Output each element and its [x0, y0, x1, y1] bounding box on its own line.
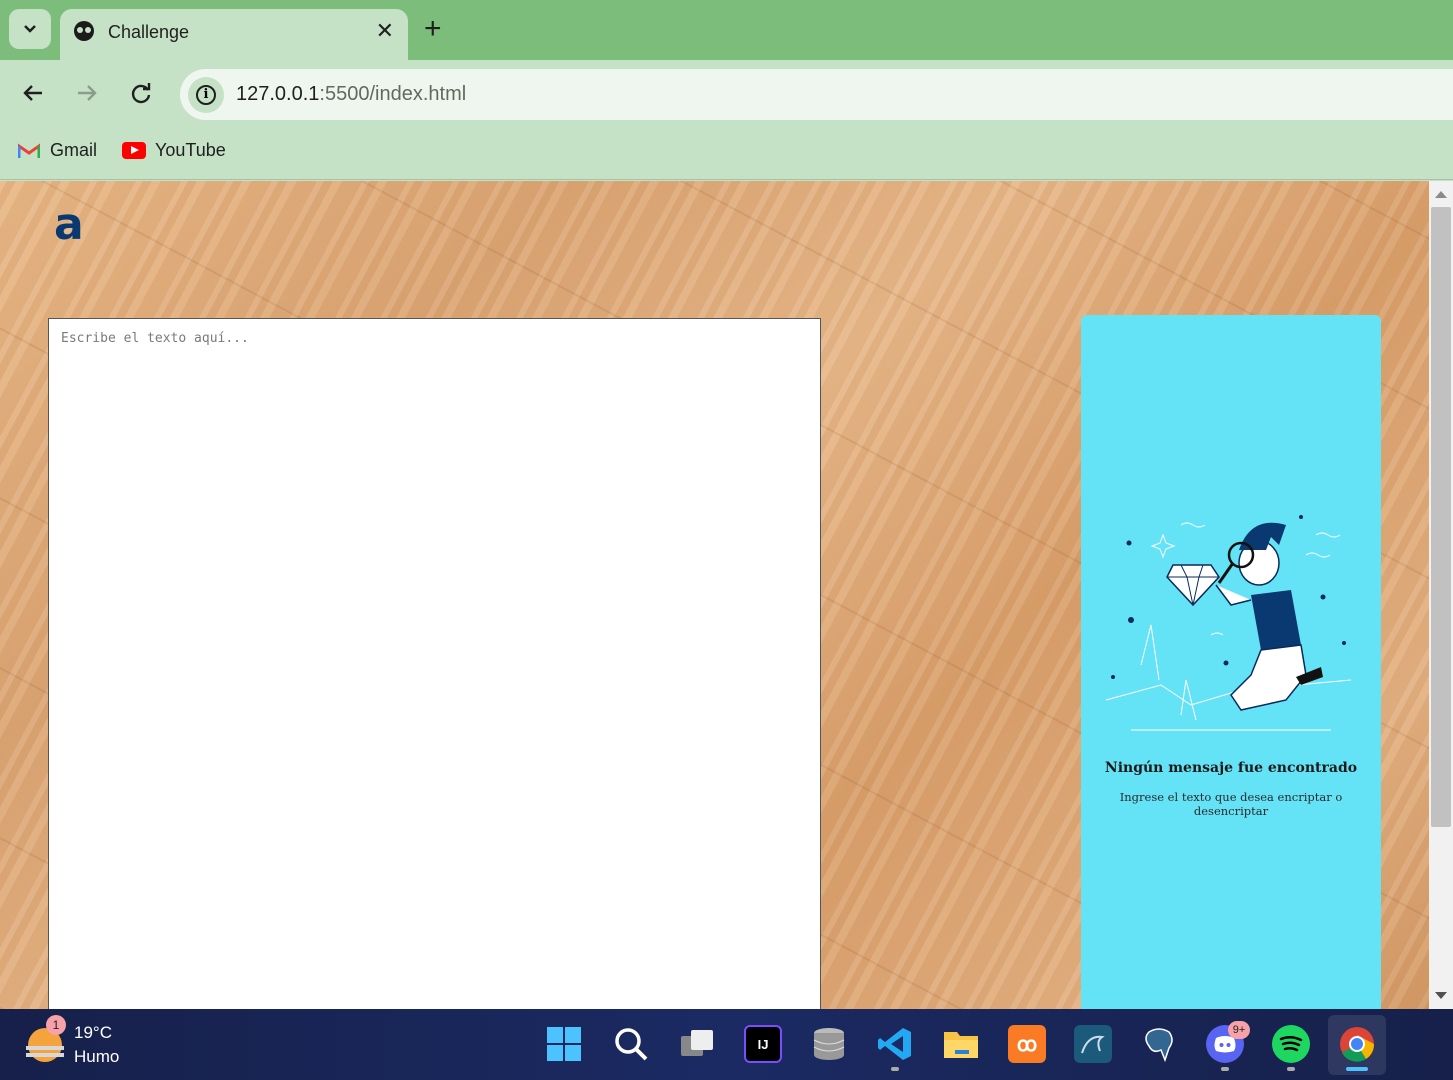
running-indicator	[1287, 1067, 1295, 1071]
browser-toolbar: i 127.0.0.1:5500/index.html	[0, 60, 1453, 128]
task-view-icon[interactable]	[678, 1025, 716, 1063]
panel-title: Ningún mensaje fue encontrado	[1104, 760, 1358, 776]
url-host: 127.0.0.1	[236, 83, 320, 105]
browser-tab[interactable]: Challenge ✕	[60, 9, 408, 60]
temperature: 19°C	[74, 1023, 112, 1042]
mysql-workbench-icon[interactable]	[1074, 1025, 1112, 1063]
bookmarks-bar: Gmail YouTube	[0, 128, 1453, 180]
running-indicator	[891, 1067, 899, 1071]
panel-subtitle: Ingrese el texto que desea encriptar o d…	[1119, 790, 1343, 818]
back-arrow-icon	[23, 85, 42, 101]
tab-search-button[interactable]	[9, 9, 51, 49]
scroll-down-arrow-icon[interactable]	[1435, 992, 1447, 999]
logo: a	[54, 199, 84, 250]
url-text[interactable]: 127.0.0.1:5500/index.html	[236, 83, 466, 106]
running-indicator	[1221, 1067, 1229, 1071]
scroll-thumb[interactable]	[1431, 207, 1451, 827]
active-indicator	[1346, 1067, 1368, 1071]
bookmark-label: Gmail	[50, 140, 98, 160]
xampp-icon[interactable]: ꝏ	[1008, 1025, 1046, 1063]
page-viewport: a Escribe el texto aquí... Ningún mensaj…	[0, 181, 1429, 1009]
scroll-up-arrow-icon[interactable]	[1435, 191, 1447, 198]
reload-icon	[131, 83, 151, 104]
chevron-down-icon	[24, 25, 36, 33]
reload-button[interactable]	[126, 78, 156, 108]
forward-button[interactable]	[72, 78, 102, 108]
youtube-icon	[122, 142, 146, 159]
weather-badge: 1	[46, 1015, 66, 1035]
search-icon[interactable]	[612, 1025, 650, 1063]
result-panel: Ningún mensaje fue encontrado Ingrese el…	[1081, 315, 1381, 1009]
back-button[interactable]	[18, 78, 48, 108]
url-path: :5500/index.html	[319, 83, 467, 105]
close-icon[interactable]: ✕	[376, 18, 394, 44]
bookmark-label: YouTube	[155, 140, 226, 160]
vscode-icon[interactable]	[876, 1025, 914, 1063]
new-tab-button[interactable]: +	[424, 12, 442, 46]
weather-condition: Humo	[74, 1047, 120, 1066]
discord-badge: 9+	[1228, 1021, 1250, 1039]
chrome-icon[interactable]	[1338, 1025, 1376, 1063]
info-icon: i	[196, 85, 216, 105]
taskbar: 1 19°C Humo IJ ꝏ 9+	[0, 1009, 1453, 1080]
forward-arrow-icon	[78, 85, 97, 101]
file-explorer-icon[interactable]	[942, 1025, 980, 1063]
intellij-icon[interactable]: IJ	[744, 1025, 782, 1063]
person-magnifier-illustration	[1105, 515, 1352, 731]
tab-strip: Challenge ✕ +	[0, 0, 1453, 60]
windows-start-icon[interactable]	[545, 1025, 583, 1063]
bookmark-gmail[interactable]: Gmail	[18, 140, 97, 161]
site-info-button[interactable]: i	[188, 77, 224, 113]
tab-title: Challenge	[108, 22, 190, 42]
address-bar[interactable]: i 127.0.0.1:5500/index.html	[180, 69, 1453, 120]
gmail-icon	[18, 142, 40, 158]
favicon-icon	[74, 21, 94, 41]
text-input[interactable]	[48, 318, 821, 1009]
database-icon[interactable]	[810, 1025, 848, 1063]
postgresql-icon[interactable]	[1140, 1025, 1178, 1063]
page-scrollbar[interactable]	[1429, 181, 1453, 1009]
weather-widget[interactable]: 1 19°C Humo	[26, 1015, 120, 1069]
spotify-icon[interactable]	[1272, 1025, 1310, 1063]
bookmark-youtube[interactable]: YouTube	[122, 140, 226, 161]
